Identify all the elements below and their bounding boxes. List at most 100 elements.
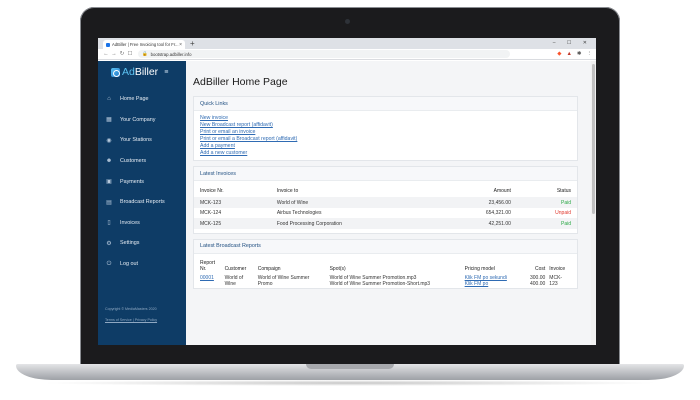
sidebar-item-label: Your Stations (120, 137, 152, 144)
sidebar-item-home-page[interactable]: ⌂ Home Page (98, 89, 186, 110)
tab-close-icon[interactable]: × (179, 42, 182, 48)
column-header: Status (556, 188, 571, 195)
status-badge: Paid (516, 197, 577, 208)
address-bar[interactable]: 🔒 bootstrap.adbiller.info (138, 50, 510, 58)
logo-row: AdBiller ≡ (98, 61, 186, 83)
logo[interactable]: AdBiller (122, 66, 158, 78)
laptop-shadow (40, 380, 660, 386)
report-campaign: World of Wine Summer Promo (257, 274, 310, 287)
column-header: Customer (224, 265, 247, 272)
sidebar-item-customers[interactable]: ☻ Customers (98, 151, 186, 172)
browser-tab[interactable]: AdBiller | Free Invoicing tool for Fr...… (103, 40, 185, 49)
link-print-invoice[interactable]: Print or email an invoice (200, 129, 571, 136)
table-row[interactable]: MCK-124 Airbus Technologies 654,321.00 U… (194, 208, 577, 219)
report-pricing[interactable]: Klik FM po sekundi Klik FM po (463, 274, 523, 288)
reports-table: Report Nr. Customer Compaign Spot(s) Pric… (198, 258, 573, 288)
report-number-link[interactable]: 00001 (200, 275, 214, 281)
hamburger-icon[interactable]: ≡ (164, 69, 168, 76)
column-header: Invoice Nr. (200, 188, 224, 195)
scrollbar-thumb[interactable] (592, 64, 595, 214)
building-icon: ▦ (106, 117, 112, 124)
report-invoice: MCK- 123 (549, 274, 563, 287)
payment-icon: ▣ (106, 179, 112, 186)
table-header-row: Invoice Nr. Invoice to Amount Status (194, 185, 577, 197)
status-badge: Unpaid (555, 210, 571, 217)
column-header: Pricing model (464, 265, 495, 272)
url-text: bootstrap.adbiller.info (150, 51, 192, 57)
invoice-recipient: World of Wine (270, 197, 438, 208)
forward-icon[interactable]: → (110, 51, 118, 57)
column-header-report-nr: Report Nr. (200, 259, 216, 272)
adbiller-app: AdBiller ≡ ⌂ Home Page ▦ Your Company ◉ … (98, 61, 596, 345)
column-header: Invoice to (276, 188, 299, 195)
card-header: Latest Broadcast Reports (194, 239, 577, 254)
invoice-amount: 23,456.00 (437, 197, 517, 208)
quick-links-card: Quick Links New invoice New Broadcast re… (193, 96, 578, 162)
sidebar-item-label: Broadcast Reports (120, 199, 165, 206)
report-spots: World of Wine Summer Promotion.mp3 World … (329, 274, 431, 287)
sidebar: AdBiller ≡ ⌂ Home Page ▦ Your Company ◉ … (98, 61, 186, 345)
column-header: Compaign (257, 265, 281, 272)
logout-icon: ⏻ (106, 260, 112, 267)
sidebar-item-broadcast-reports[interactable]: ▤ Broadcast Reports (98, 192, 186, 213)
sidebar-item-invoices[interactable]: ▯ Invoices (98, 213, 186, 234)
sidebar-item-your-stations[interactable]: ◉ Your Stations (98, 130, 186, 151)
brave-rewards-icon[interactable]: ▲ (566, 51, 571, 57)
sidebar-nav: ⌂ Home Page ▦ Your Company ◉ Your Statio… (98, 89, 186, 274)
sidebar-item-your-company[interactable]: ▦ Your Company (98, 110, 186, 131)
invoice-amount: 654,321.00 (485, 210, 511, 217)
sidebar-item-label: Your Company (120, 116, 156, 123)
page-title: AdBiller Home Page (193, 76, 288, 88)
webcam (345, 19, 350, 24)
back-icon[interactable]: ← (102, 51, 110, 57)
invoice-number: MCK-124 (200, 210, 222, 217)
puzzle-icon[interactable]: ✱ (577, 51, 582, 57)
table-row[interactable]: MCK-123 World of Wine 23,456.00 Paid (194, 197, 577, 208)
tab-title: AdBiller | Free Invoicing tool for Fr... (112, 42, 179, 47)
invoice-recipient: Airbus Technologies (276, 210, 322, 217)
window-controls[interactable]: – ☐ ✕ (553, 39, 592, 48)
reports-table-wrap: Report Nr. Customer Compaign Spot(s) Pric… (194, 254, 577, 288)
column-header: Spot(s) (329, 265, 346, 272)
laptop-notch (306, 364, 394, 369)
report-customer: World of Wine (224, 274, 244, 287)
extension-icons: ◆ ▲ ✱ ⋮ (557, 51, 592, 57)
sidebar-item-label: Customers (120, 158, 147, 165)
card-header: Latest Invoices (194, 167, 577, 182)
latest-invoices-card: Latest Invoices Invoice Nr. Invoice to A… (193, 166, 578, 234)
table-row[interactable]: MCK-125 Food Processing Corporation 42,2… (194, 218, 577, 229)
lock-icon: 🔒 (142, 51, 148, 56)
quick-links-list: New invoice New Broadcast report (affida… (194, 111, 577, 160)
users-icon: ☻ (105, 158, 113, 165)
link-new-invoice[interactable]: New invoice (200, 115, 571, 122)
logo-icon (111, 67, 120, 77)
browser-toolbar: ← → ↻ ☐ 🔒 bootstrap.adbiller.info ◆ ▲ ✱ … (98, 49, 596, 60)
invoices-table: Invoice Nr. Invoice to Amount Status MCK… (194, 185, 577, 229)
report-cost: 300.00 400.00 (530, 274, 546, 287)
legal-links[interactable]: Terms of Service | Privacy Policy (105, 318, 157, 322)
copyright-text: Copyright © MediaMasters 2020 (105, 307, 157, 311)
table-header-row: Report Nr. Customer Compaign Spot(s) Pric… (198, 258, 573, 274)
sidebar-item-settings[interactable]: ⚙ Settings (98, 233, 186, 254)
new-tab-button[interactable]: + (190, 39, 195, 49)
link-add-payment[interactable]: Add a payment (200, 143, 571, 150)
invoice-amount: 42,251.00 (437, 218, 517, 229)
sidebar-item-label: Home Page (120, 96, 149, 103)
link-print-broadcast-report[interactable]: Print or email a Broadcast report (affid… (200, 136, 571, 143)
main-content: AdBiller Home Page Quick Links New invoi… (186, 61, 596, 345)
sidebar-item-payments[interactable]: ▣ Payments (98, 171, 186, 192)
reload-icon[interactable]: ↻ (118, 51, 126, 57)
invoice-number: MCK-123 (194, 197, 271, 208)
sidebar-item-log-out[interactable]: ⏻ Log out (98, 254, 186, 275)
link-add-customer[interactable]: Add a new customer (200, 150, 571, 157)
menu-icon[interactable]: ⋮ (587, 51, 593, 57)
browser-tab-strip: AdBiller | Free Invoicing tool for Fr...… (98, 38, 596, 49)
invoice-number: MCK-125 (194, 218, 271, 229)
sidebar-item-label: Payments (120, 178, 144, 185)
sidebar-item-label: Settings (120, 240, 140, 247)
brave-shield-icon[interactable]: ◆ (557, 51, 561, 57)
table-row[interactable]: 00001 World of Wine World of Wine Summer P… (198, 274, 573, 288)
card-header: Quick Links (194, 97, 577, 111)
link-new-broadcast-report[interactable]: New Broadcast report (affidavit) (200, 122, 571, 129)
bookmark-icon[interactable]: ☐ (126, 51, 134, 57)
